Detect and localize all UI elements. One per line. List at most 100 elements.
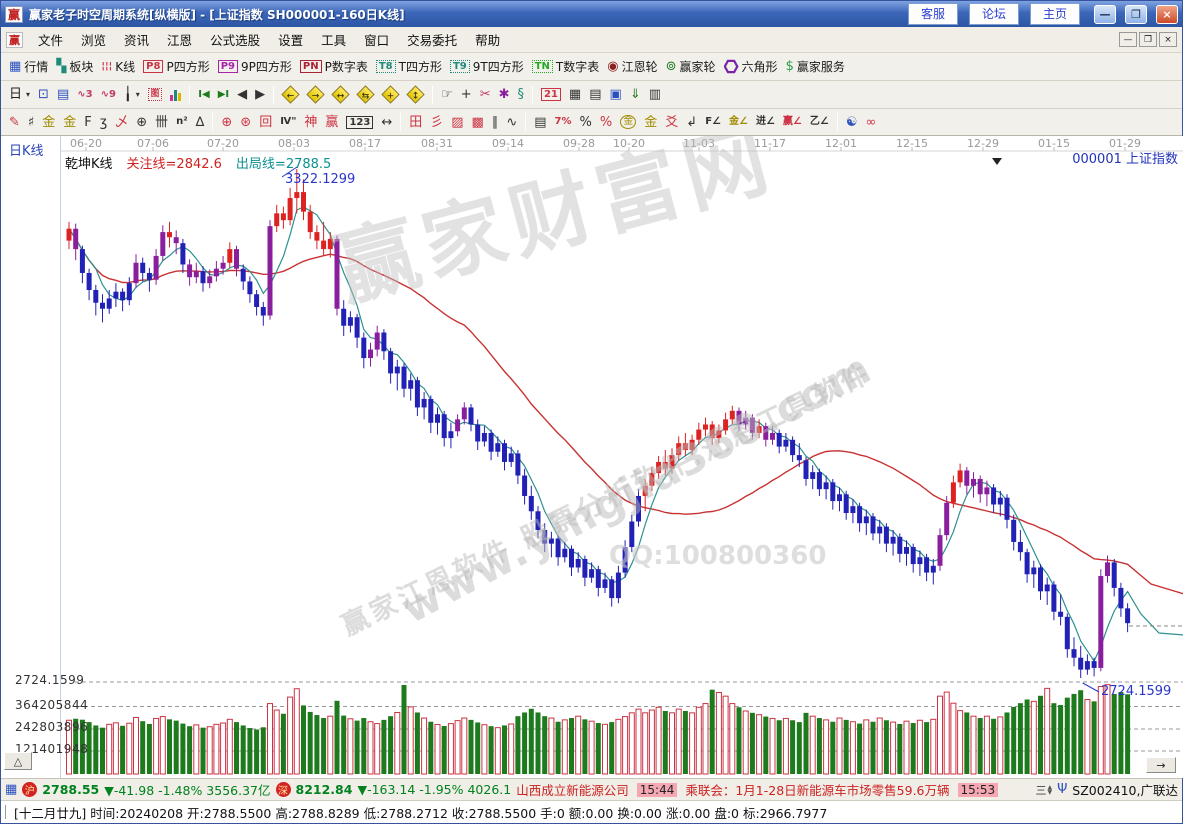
next-bar-button[interactable]: ▶: [251, 86, 269, 103]
menu-item-4[interactable]: 公式选股: [201, 27, 269, 52]
winner-wheel-button[interactable]: ⊚赢家轮: [662, 56, 720, 77]
gold-circle-tool[interactable]: 金: [616, 113, 640, 131]
child-restore-button[interactable]: ❐: [1139, 32, 1157, 47]
hatch-tool[interactable]: ♯: [24, 114, 38, 131]
crosshair-tool-button[interactable]: +: [457, 86, 476, 103]
menu-item-2[interactable]: 资讯: [115, 27, 158, 52]
sectors-button[interactable]: ▚板块: [52, 56, 97, 77]
menu-item-5[interactable]: 设置: [269, 27, 312, 52]
p-square-button[interactable]: P8P四方形: [139, 56, 214, 77]
cut-tool-button[interactable]: ✂: [476, 86, 495, 103]
restore-button[interactable]: ❐: [1125, 5, 1147, 24]
gann-star-tool[interactable]: ⊛: [236, 114, 255, 131]
prev-bar-button[interactable]: ◀: [233, 86, 251, 103]
brush-tool[interactable]: 乄: [111, 114, 132, 131]
candle-style-button[interactable]: ╽▾: [120, 86, 144, 103]
pattern-tool-button[interactable]: §: [514, 86, 529, 103]
shen-tool[interactable]: 神: [300, 114, 321, 131]
close-button[interactable]: ×: [1156, 5, 1178, 24]
calculator-icon[interactable]: ▦: [565, 86, 585, 103]
color-chart-icon[interactable]: [166, 86, 185, 103]
price-volume-chart[interactable]: [1, 136, 1183, 778]
p9-square-button[interactable]: P99P四方形: [214, 56, 296, 77]
kline-button[interactable]: ¦¦¦K线: [97, 56, 139, 77]
menu-item-7[interactable]: 窗口: [355, 27, 398, 52]
menu-item-6[interactable]: 工具: [312, 27, 355, 52]
diamond-zoom-button[interactable]: +: [378, 86, 403, 103]
gold-band-tool[interactable]: 金: [59, 114, 80, 131]
target-grid-tool[interactable]: 回: [255, 114, 276, 131]
yi-angle-tool[interactable]: 乙∠: [806, 115, 833, 129]
diamond-left-button[interactable]: ←: [278, 86, 303, 103]
gann-compass-tool[interactable]: ⊕: [217, 114, 236, 131]
news-ticker[interactable]: 山西成立新能源公司 15:44 乘联会：1月1-28日新能源车市场零售59.6万…: [516, 780, 1030, 799]
jin-angle-tool[interactable]: 进∠: [752, 115, 779, 129]
grid-box-tool[interactable]: ▩: [468, 114, 488, 131]
gold-section-tool[interactable]: 金: [38, 114, 59, 131]
ying-angle-tool[interactable]: 赢∠: [779, 115, 806, 129]
ticker-speed-spinner[interactable]: 三 ▲▼: [1035, 782, 1052, 798]
diamond-swap-button[interactable]: ⇆: [353, 86, 378, 103]
diamond-all-button[interactable]: ↕: [403, 86, 428, 103]
roman-iv-tool[interactable]: Ⅳ": [276, 115, 300, 129]
menu-item-1[interactable]: 浏览: [72, 27, 115, 52]
notes-icon[interactable]: ▤: [585, 86, 605, 103]
calendar-icon[interactable]: 21: [537, 86, 565, 103]
gann-wheel-button[interactable]: ◉江恩轮: [603, 56, 661, 77]
kline-period-button[interactable]: 日▾: [5, 86, 34, 103]
hand-tool-button[interactable]: ☞: [437, 86, 457, 103]
scroll-right-button[interactable]: →: [1146, 757, 1176, 773]
t-square-button[interactable]: T8T四方形: [372, 56, 446, 77]
p-number-button[interactable]: PNP数字表: [296, 56, 372, 77]
diamond-lr-button[interactable]: ↔: [328, 86, 353, 103]
t-number-button[interactable]: TNT数字表: [528, 56, 604, 77]
width-measure-tool[interactable]: ↔: [377, 114, 396, 131]
customer-service-button[interactable]: 客服: [908, 3, 958, 25]
pattern-box-icon[interactable]: 图: [144, 86, 167, 103]
ruler-grid-tool[interactable]: 卌: [151, 114, 172, 131]
homepage-button[interactable]: 主页: [1030, 3, 1080, 25]
hexagon-button[interactable]: 六角形: [720, 56, 782, 77]
menu-item-9[interactable]: 帮助: [466, 27, 509, 52]
wave-tool[interactable]: ∿: [502, 114, 521, 131]
mark-tool-button[interactable]: ✱: [495, 86, 514, 103]
percent-line-tool[interactable]: %: [596, 114, 616, 131]
menu-item-3[interactable]: 江恩: [158, 27, 201, 52]
percent-7-tool[interactable]: 7%: [551, 115, 576, 129]
spiral-tool[interactable]: ʒ: [96, 114, 112, 131]
menu-item-8[interactable]: 交易委托: [398, 27, 466, 52]
mirror-angle-tool[interactable]: ∆: [192, 114, 209, 131]
fib-lines-tool[interactable]: F: [80, 114, 95, 131]
forum-button[interactable]: 论坛: [969, 3, 1019, 25]
frame-grid-tool[interactable]: 田: [405, 114, 426, 131]
kline-3-icon[interactable]: ∿3: [73, 88, 96, 102]
first-bar-button[interactable]: Ⅰ◀: [194, 88, 213, 102]
child-close-button[interactable]: ×: [1159, 32, 1177, 47]
j-angle-tool[interactable]: ↲: [682, 114, 701, 131]
kline-9-icon[interactable]: ∿9: [97, 88, 120, 102]
quote-table-icon[interactable]: ▦: [5, 782, 17, 797]
print-icon[interactable]: ▥: [645, 86, 665, 103]
circle-grid-tool[interactable]: ⊕: [132, 114, 151, 131]
minimize-button[interactable]: —: [1094, 5, 1116, 24]
f-angle-tool[interactable]: F∠: [701, 115, 725, 129]
infinity-icon[interactable]: ∞: [862, 114, 881, 131]
yingjia-tool[interactable]: 赢: [321, 114, 342, 131]
t9-square-button[interactable]: T99T四方形: [446, 56, 528, 77]
grid-123-tool[interactable]: 123: [342, 114, 377, 131]
news-item-2[interactable]: 乘联会：1月1-28日新能源车市场零售59.6万辆: [685, 780, 949, 799]
export-icon[interactable]: ⇓: [626, 86, 645, 103]
quotes-button[interactable]: ▦行情: [5, 56, 52, 77]
spinner-arrows[interactable]: ▲▼: [1047, 785, 1052, 795]
expand-panel-button[interactable]: △: [4, 752, 32, 770]
diamond-right-button[interactable]: →: [303, 86, 328, 103]
fan-rays-tool[interactable]: 彡: [426, 114, 447, 131]
n2-tool[interactable]: n²: [172, 115, 192, 129]
menu-item-0[interactable]: 文件: [29, 27, 72, 52]
gold-line-tool[interactable]: 金: [640, 114, 661, 131]
parallel-lines-tool[interactable]: ∥: [488, 114, 503, 131]
last-bar-button[interactable]: ▶Ⅰ: [214, 88, 233, 102]
child-minimize-button[interactable]: —: [1119, 32, 1137, 47]
save-icon[interactable]: ▣: [606, 86, 626, 103]
pen-tool[interactable]: ✎: [5, 114, 24, 131]
